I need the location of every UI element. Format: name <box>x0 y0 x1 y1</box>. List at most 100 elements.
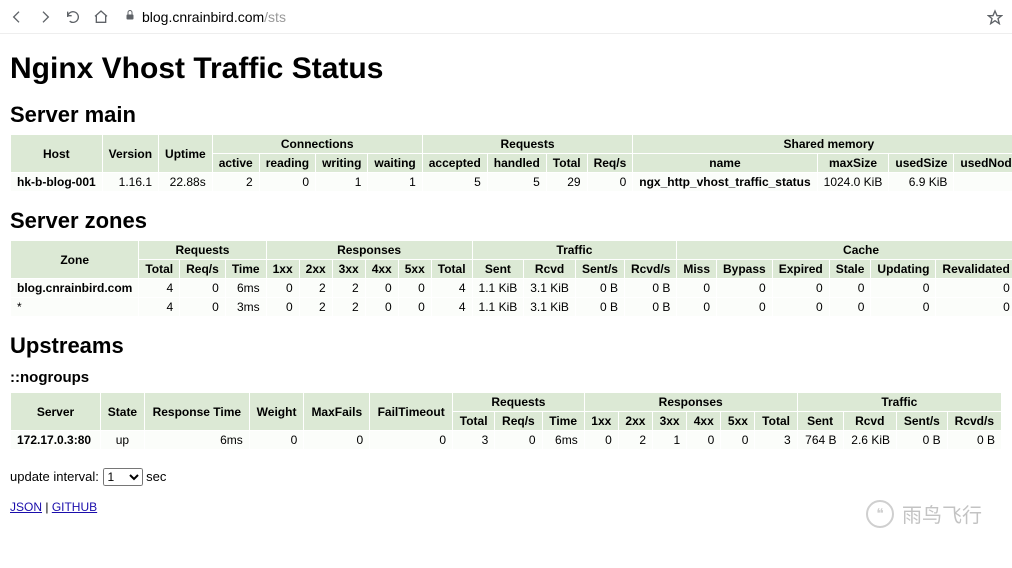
col-handled: handled <box>487 154 546 173</box>
col-1xx: 1xx <box>266 260 299 279</box>
server-zones-table: Zone Requests Responses Traffic Cache To… <box>10 240 1012 317</box>
cell-zone: blog.cnrainbird.com <box>11 279 139 298</box>
cell: 0 <box>584 431 618 450</box>
col-maxfails: MaxFails <box>304 393 370 431</box>
table-row: hk-b-blog-001 1.16.1 22.88s 2 0 1 1 5 5 … <box>11 173 1012 192</box>
cell: 0 <box>495 431 542 450</box>
wechat-icon: ❝ <box>866 500 894 528</box>
cell-state: up <box>101 431 145 450</box>
star-icon[interactable] <box>986 8 1004 26</box>
table-row: blog.cnrainbird.com 4 0 6ms 0 2 2 0 0 4 … <box>11 279 1012 298</box>
url-text: blog.cnrainbird.com/sts <box>142 9 286 25</box>
home-icon[interactable] <box>92 8 110 26</box>
col-total: Total <box>139 260 180 279</box>
cell: 0 <box>772 279 829 298</box>
cell: 0 <box>871 279 936 298</box>
upstreams-group: ::nogroups <box>10 369 1002 386</box>
lock-icon <box>124 9 136 24</box>
cell: 0 <box>721 431 755 450</box>
col-requests: Requests <box>453 393 585 412</box>
col-version: Version <box>102 135 158 173</box>
col-usednode: usedNode <box>954 154 1012 173</box>
col-1xx: 1xx <box>584 412 618 431</box>
cell: 2 <box>332 298 365 317</box>
col-responses: Responses <box>266 241 472 260</box>
col-4xx: 4xx <box>365 260 398 279</box>
col-3xx: 3xx <box>653 412 687 431</box>
cell-handled: 5 <box>487 173 546 192</box>
cell: 6ms <box>144 431 249 450</box>
cell: 4 <box>139 298 180 317</box>
cell: 4 <box>431 298 472 317</box>
col-host: Host <box>11 135 103 173</box>
col-3xx: 3xx <box>332 260 365 279</box>
cell: 0 <box>180 298 226 317</box>
cell: 2 <box>299 279 332 298</box>
col-reading: reading <box>259 154 315 173</box>
github-link[interactable]: GITHUB <box>52 500 97 514</box>
cell: 0 B <box>575 298 624 317</box>
col-reqs: Req/s <box>180 260 226 279</box>
page-title: Nginx Vhost Traffic Status <box>10 52 1002 86</box>
cell: 0 <box>266 298 299 317</box>
col-reqs: Req/s <box>587 154 633 173</box>
col-weight: Weight <box>249 393 304 431</box>
col-2xx: 2xx <box>618 412 652 431</box>
cell: 2 <box>332 279 365 298</box>
cell: 3 <box>453 431 495 450</box>
cell-reading: 0 <box>259 173 315 192</box>
col-state: State <box>101 393 145 431</box>
cell: 0 <box>677 298 717 317</box>
cell: 0 <box>365 279 398 298</box>
cell: 0 <box>717 298 773 317</box>
col-requests: Requests <box>422 135 633 154</box>
col-total: Total <box>546 154 587 173</box>
cell: 2 <box>618 431 652 450</box>
col-bypass: Bypass <box>717 260 773 279</box>
cell-version: 1.16.1 <box>102 173 158 192</box>
json-link[interactable]: JSON <box>10 500 42 514</box>
col-responses: Responses <box>584 393 797 412</box>
upstreams-heading: Upstreams <box>10 333 1002 359</box>
cell: 0 <box>936 298 1012 317</box>
interval-select[interactable]: 1 <box>103 468 143 486</box>
col-4xx: 4xx <box>687 412 721 431</box>
cell: 0 B <box>624 298 676 317</box>
cell: 2.6 KiB <box>843 431 896 450</box>
cell-total: 29 <box>546 173 587 192</box>
cell-accepted: 5 <box>422 173 487 192</box>
col-sents: Sent/s <box>575 260 624 279</box>
cell-writing: 1 <box>316 173 368 192</box>
reload-icon[interactable] <box>64 8 82 26</box>
col-active: active <box>212 154 259 173</box>
col-5xx: 5xx <box>721 412 755 431</box>
cell-active: 2 <box>212 173 259 192</box>
cell: 0 <box>398 279 431 298</box>
col-waiting: waiting <box>368 154 422 173</box>
col-rcvds: Rcvd/s <box>947 412 1001 431</box>
cell: 0 <box>829 298 871 317</box>
forward-icon[interactable] <box>36 8 54 26</box>
cell-maxsize: 1024.0 KiB <box>817 173 889 192</box>
cell: 3.1 KiB <box>524 279 576 298</box>
cell: 0 <box>249 431 304 450</box>
col-zone: Zone <box>11 241 139 279</box>
col-maxsize: maxSize <box>817 154 889 173</box>
watermark-text: 雨鸟飞行 <box>902 499 982 528</box>
address-bar[interactable]: blog.cnrainbird.com/sts <box>120 9 976 25</box>
cell: 4 <box>431 279 472 298</box>
col-usedsize: usedSize <box>889 154 954 173</box>
cell: 0 B <box>575 279 624 298</box>
cell: 0 <box>398 298 431 317</box>
cell: 0 <box>687 431 721 450</box>
col-traffic: Traffic <box>797 393 1001 412</box>
col-reqs: Req/s <box>495 412 542 431</box>
col-stale: Stale <box>829 260 871 279</box>
col-resptime: Response Time <box>144 393 249 431</box>
cell: 1 <box>653 431 687 450</box>
cell: 0 <box>365 298 398 317</box>
back-icon[interactable] <box>8 8 26 26</box>
server-main-heading: Server main <box>10 102 1002 128</box>
cell: 0 B <box>624 279 676 298</box>
cell: 0 <box>829 279 871 298</box>
